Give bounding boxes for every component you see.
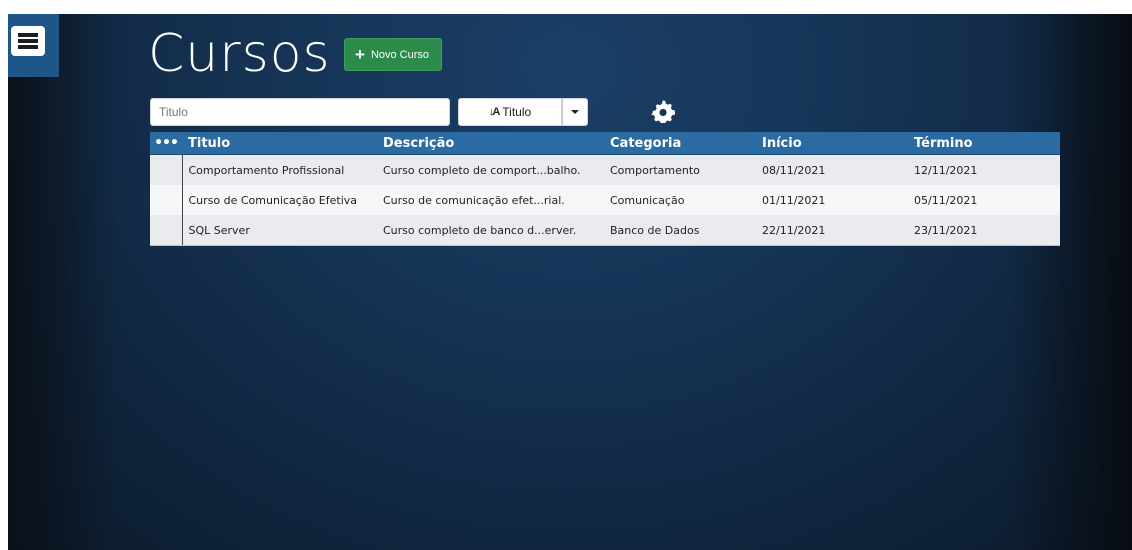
table-header-row: ••• Titulo Descrição Categoria Início Té… bbox=[150, 132, 1060, 155]
column-header-categoria[interactable]: Categoria bbox=[604, 132, 756, 155]
cell-termino: 05/11/2021 bbox=[908, 185, 1060, 215]
column-header-titulo[interactable]: Titulo bbox=[182, 132, 377, 155]
column-header-inicio[interactable]: Início bbox=[756, 132, 908, 155]
plus-icon: + bbox=[355, 45, 365, 64]
new-course-label: Novo Curso bbox=[370, 48, 430, 61]
sort-alpha-icon: ↓A bbox=[488, 106, 501, 118]
cell-titulo: SQL Server bbox=[182, 215, 377, 246]
menu-button[interactable] bbox=[8, 14, 59, 77]
column-header-termino[interactable]: Término bbox=[908, 132, 1060, 155]
table-row[interactable]: SQL Server Curso completo de banco d...e… bbox=[150, 215, 1060, 246]
sort-control: ↓A Titulo bbox=[458, 98, 588, 126]
row-select-cell[interactable] bbox=[150, 154, 183, 185]
sort-dropdown-toggle[interactable] bbox=[562, 98, 588, 126]
courses-table: ••• Titulo Descrição Categoria Início Té… bbox=[150, 132, 1060, 246]
caret-down-icon bbox=[571, 110, 579, 114]
cell-inicio: 01/11/2021 bbox=[756, 185, 908, 215]
new-course-button[interactable]: + Novo Curso bbox=[344, 38, 443, 71]
cell-inicio: 08/11/2021 bbox=[756, 154, 908, 185]
cell-titulo: Curso de Comunicação Efetiva bbox=[182, 185, 377, 215]
sort-label: Titulo bbox=[502, 105, 532, 119]
row-options-header[interactable]: ••• bbox=[150, 132, 182, 155]
hamburger-icon bbox=[11, 26, 45, 56]
gear-icon[interactable] bbox=[651, 99, 675, 123]
cell-termino: 23/11/2021 bbox=[908, 215, 1060, 246]
cell-categoria: Comunicação bbox=[604, 185, 756, 215]
cell-descricao: Curso de comunicação efet...rial. bbox=[377, 185, 604, 215]
cell-termino: 12/11/2021 bbox=[908, 154, 1060, 185]
page-title: Cursos bbox=[148, 24, 331, 84]
cell-inicio: 22/11/2021 bbox=[756, 215, 908, 246]
cell-descricao: Curso completo de banco d...erver. bbox=[377, 215, 604, 246]
row-select-cell[interactable] bbox=[150, 215, 183, 246]
cell-categoria: Banco de Dados bbox=[604, 215, 756, 246]
table-row[interactable]: Comportamento Profissional Curso complet… bbox=[150, 154, 1060, 185]
table-row[interactable]: Curso de Comunicação Efetiva Curso de co… bbox=[150, 185, 1060, 215]
sort-button[interactable]: ↓A Titulo bbox=[458, 98, 562, 126]
title-search-input[interactable] bbox=[150, 98, 450, 126]
column-header-descricao[interactable]: Descrição bbox=[377, 132, 604, 155]
cell-categoria: Comportamento bbox=[604, 154, 756, 185]
app-window: Cursos + Novo Curso ↓A Titulo ••• bbox=[8, 14, 1132, 550]
cell-titulo: Comportamento Profissional bbox=[182, 154, 377, 185]
cell-descricao: Curso completo de comport...balho. bbox=[377, 154, 604, 185]
row-select-cell[interactable] bbox=[150, 185, 183, 215]
